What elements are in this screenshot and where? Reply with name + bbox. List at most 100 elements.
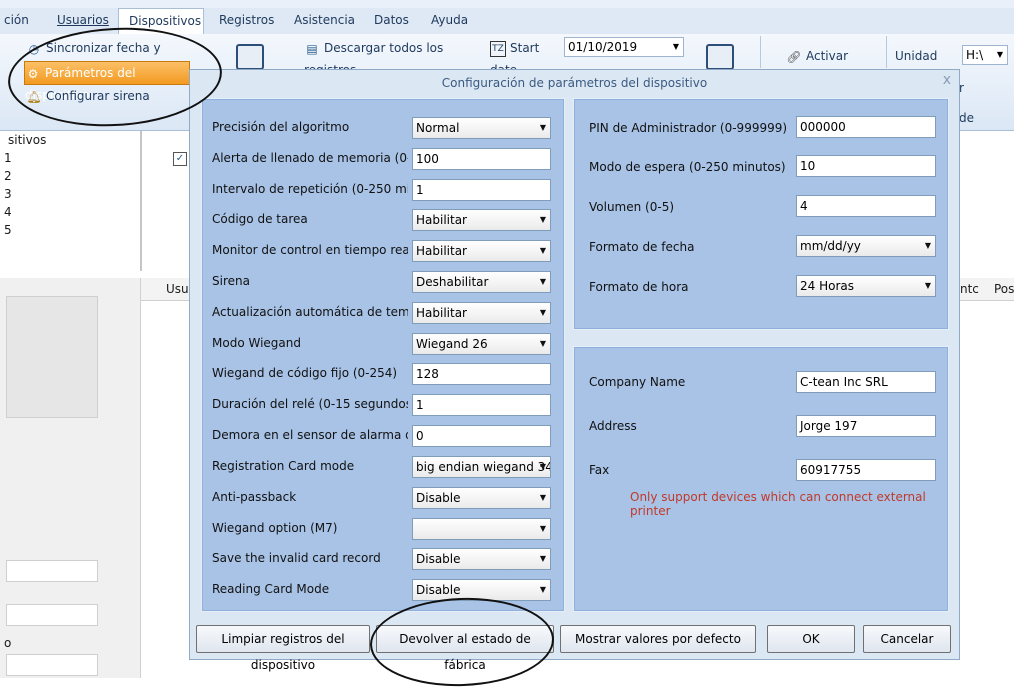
list-item[interactable]: 4: [0, 203, 140, 221]
chevron-down-icon: ▼: [539, 308, 546, 317]
chevron-down-icon: ▼: [539, 524, 546, 533]
company-name-input[interactable]: C-tean Inc SRL: [796, 371, 936, 393]
sync-datetime-button[interactable]: ◷Sincronizar fecha y hora: [26, 37, 188, 77]
close-button[interactable]: x: [943, 72, 951, 88]
save-the-invalid-card-record-select[interactable]: Disable ▼: [412, 548, 551, 570]
clock-icon: ◷: [28, 41, 40, 56]
start-date-value: 01/10/2019: [568, 40, 638, 54]
volumen-0-5-value: 4: [800, 199, 808, 213]
fax-input[interactable]: 60917755: [796, 459, 936, 481]
activate-button[interactable]: 🔗︎ Activar: [786, 45, 876, 67]
monitor-de-control-en-tiempo-real-select[interactable]: Habilitar ▼: [412, 240, 551, 262]
actualizacion-automatica-de-templat-label: Actualización automática de templat: [212, 305, 408, 319]
dialog-title: Configuración de parámetros del disposit…: [441, 76, 708, 90]
chevron-down-icon: ▼: [539, 493, 546, 502]
ok-button[interactable]: OK: [767, 625, 855, 653]
formato-de-fecha-select[interactable]: mm/dd/yy ▼: [796, 235, 936, 257]
document-icon[interactable]: [236, 44, 264, 70]
general-params-panel: Precisión del algoritmo Normal ▼ Alerta de …: [201, 98, 565, 612]
usb-label: Unidad USB: [895, 49, 938, 85]
left-field-2[interactable]: [6, 604, 98, 626]
monitor-de-control-en-tiempo-real-value: Habilitar: [416, 244, 467, 258]
duracion-del-rele-0-15-segundos-value: 1: [416, 398, 424, 412]
download-icon: ▤: [306, 41, 318, 56]
formato-de-fecha-label: Formato de fecha: [589, 240, 695, 254]
memory-button[interactable]: r memoria: [959, 77, 1014, 99]
link-icon: 🔗︎: [786, 49, 802, 64]
modo-de-espera-0-250-minutos-input[interactable]: 10: [796, 155, 936, 177]
monitor-de-control-en-tiempo-real-label: Monitor de control en tiempo real: [212, 243, 408, 257]
tab-datos[interactable]: Datos: [374, 8, 409, 33]
precision-del-algoritmo-select[interactable]: Normal ▼: [412, 117, 551, 139]
pin-de-administrador-0-999999-input[interactable]: 000000: [796, 116, 936, 138]
start-date-field[interactable]: 01/10/2019 ▼: [564, 37, 684, 57]
volumen-0-5-label: Volumen (0-5): [589, 200, 675, 214]
chevron-down-icon: ▼: [924, 281, 931, 290]
column-header-pos[interactable]: Pos: [994, 282, 1014, 296]
usb-drive-select[interactable]: H:\ ▼: [962, 45, 1008, 65]
wiegand-option-m7-select[interactable]: ▼: [412, 518, 551, 540]
list-item[interactable]: 5: [0, 221, 140, 239]
list-item[interactable]: 1: [0, 149, 140, 167]
bell-icon: 🔔︎: [26, 89, 42, 104]
reading-card-mode-select[interactable]: Disable ▼: [412, 579, 551, 601]
sirena-select[interactable]: Deshabilitar ▼: [412, 271, 551, 293]
actualizacion-automatica-de-templat-select[interactable]: Habilitar ▼: [412, 302, 551, 324]
address-input[interactable]: Jorge 197: [796, 415, 936, 437]
factory-reset-button[interactable]: Devolver al estado de fábrica: [376, 625, 554, 672]
device-params-button[interactable]: ⚙ Parámetros del dispositivo: [24, 61, 190, 102]
ribbon-separator-2: [886, 36, 887, 68]
list-item[interactable]: 2: [0, 167, 140, 185]
tab-configuracion[interactable]: ción: [4, 8, 29, 33]
intervalo-de-repeticion-0-250-minutos-input[interactable]: 1: [412, 179, 551, 201]
chevron-down-icon: ▼: [539, 277, 546, 286]
chevron-down-icon: ▼: [539, 123, 546, 132]
download-all-records-button[interactable]: ▤Descargar todos los registros: [304, 37, 484, 77]
configure-siren-button[interactable]: 🔔︎ Configurar sirena: [26, 85, 188, 107]
chevron-down-icon: ▼: [672, 42, 679, 51]
report-icon[interactable]: [706, 44, 734, 70]
tab-registros[interactable]: Registros: [219, 8, 274, 33]
left-field-1[interactable]: [6, 560, 98, 582]
reading-card-mode-label: Reading Card Mode: [212, 582, 330, 596]
anti-passback-value: Disable: [416, 491, 461, 505]
list-item[interactable]: 3: [0, 185, 140, 203]
save-the-invalid-card-record-label: Save the invalid card record: [212, 551, 381, 565]
device-params-dialog: Configuración de parámetros del disposit…: [189, 69, 960, 672]
registration-card-mode-value: big endian wiegand 34: [416, 460, 551, 474]
configure-siren-label: Configurar sirena: [46, 89, 150, 103]
clear-device-records-button[interactable]: Limpiar registros del dispositivo: [196, 625, 370, 672]
formato-de-fecha-value: mm/dd/yy: [800, 239, 861, 253]
intervalo-de-repeticion-0-250-minutos-value: 1: [416, 183, 424, 197]
printer-params-panel: Company Name C-tean Inc SRL Address Jorge 1…: [573, 346, 949, 612]
formato-de-hora-select[interactable]: 24 Horas ▼: [796, 275, 936, 297]
volumen-0-5-input[interactable]: 4: [796, 195, 936, 217]
anti-passback-select[interactable]: Disable ▼: [412, 487, 551, 509]
calendar-icon: TZ: [490, 40, 506, 57]
tab-ayuda[interactable]: Ayuda: [431, 8, 468, 33]
tab-asistencia[interactable]: Asistencia: [294, 8, 355, 33]
demora-en-el-sensor-de-alarma-de-pu-label: Demora en el sensor de alarma de pu: [212, 428, 408, 442]
alerta-de-llenado-de-memoria-0-5000-input[interactable]: 100: [412, 148, 551, 170]
wiegand-de-codigo-fijo-0-254-input[interactable]: 128: [412, 363, 551, 385]
registration-card-mode-select[interactable]: big endian wiegand 34 ▼: [412, 456, 551, 478]
tab-usuarios[interactable]: Usuarios: [57, 8, 109, 33]
column-header-ntc[interactable]: ntc: [960, 282, 979, 296]
left-field-3[interactable]: [6, 654, 98, 676]
start-date-label-group: TZStart date: [490, 37, 564, 77]
printer-support-note: Only support devices which can connect e…: [630, 490, 926, 518]
wiegand-de-codigo-fijo-0-254-label: Wiegand de código fijo (0-254): [212, 366, 398, 380]
demora-en-el-sensor-de-alarma-de-pu-input[interactable]: 0: [412, 425, 551, 447]
save-the-invalid-card-record-value: Disable: [416, 552, 461, 566]
select-checkbox[interactable]: ✓: [173, 152, 187, 166]
duracion-del-rele-0-15-segundos-input[interactable]: 1: [412, 394, 551, 416]
codigo-de-tarea-select[interactable]: Habilitar ▼: [412, 209, 551, 231]
modo-wiegand-select[interactable]: Wiegand 26 ▼: [412, 333, 551, 355]
usb-drive-value: H:\: [966, 48, 984, 62]
duracion-del-rele-0-15-segundos-label: Duración del relé (0-15 segundos): [212, 397, 408, 411]
tab-dispositivos[interactable]: Dispositivos: [118, 8, 204, 34]
show-defaults-button[interactable]: Mostrar valores por defecto: [560, 625, 756, 653]
cancel-button[interactable]: Cancelar: [863, 625, 951, 653]
pin-de-administrador-0-999999-label: PIN de Administrador (0-999999): [589, 121, 788, 135]
intervalo-de-repeticion-0-250-minutos-label: Intervalo de repetición (0-250 minutos: [212, 182, 408, 196]
